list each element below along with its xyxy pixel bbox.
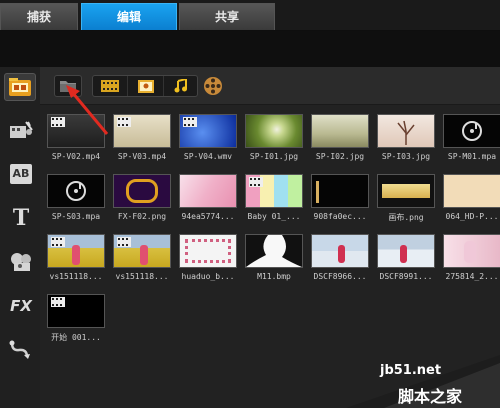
video-thumbnail	[47, 294, 105, 328]
media-item[interactable]: SP-V04.wmv	[176, 111, 240, 171]
image-thumbnail	[443, 234, 500, 268]
media-item-label: huaduo_b...	[181, 272, 235, 281]
audio-filter-icon[interactable]	[164, 76, 198, 96]
media-item-label: DSCF8991...	[379, 272, 433, 281]
media-item[interactable]: SP-I01.jpg	[242, 111, 306, 171]
media-item[interactable]: vs151118...	[44, 231, 108, 291]
media-item-label: SP-V03.mp4	[117, 152, 167, 161]
transition-icon[interactable]: AB	[6, 161, 36, 187]
video-thumbnail	[179, 114, 237, 148]
audio-thumbnail	[47, 174, 105, 208]
media-item[interactable]: SP-V02.mp4	[44, 111, 108, 171]
media-item-label: M11.bmp	[257, 272, 291, 281]
media-item[interactable]: FX-F02.png	[110, 171, 174, 231]
filter-icon-label: FX	[10, 297, 32, 315]
sidebar: AB T FX	[0, 67, 40, 408]
image-thumbnail	[179, 174, 237, 208]
media-item[interactable]: DSCF8966...	[308, 231, 372, 291]
media-item-label: FX-F02.png	[117, 212, 167, 221]
instant-project-icon[interactable]	[6, 117, 36, 143]
video-thumbnail	[47, 114, 105, 148]
media-item[interactable]: 开始 001...	[44, 291, 108, 351]
tab-edit[interactable]: 编辑	[81, 3, 177, 30]
library-toolbar	[40, 67, 500, 105]
media-item-label: SP-I01.jpg	[249, 152, 299, 161]
title-icon-label: T	[12, 205, 30, 231]
media-item-label: DSCF8966...	[313, 272, 367, 281]
video-thumbnail	[245, 174, 303, 208]
media-item[interactable]: DSCF8991...	[374, 231, 438, 291]
media-item[interactable]: 画布.png	[374, 171, 438, 231]
media-item-label: 94ea5774...	[181, 212, 235, 221]
media-item[interactable]: M11.bmp	[242, 231, 306, 291]
media-item-label: SP-M01.mpa	[447, 152, 497, 161]
media-item-label: SP-I02.jpg	[315, 152, 365, 161]
options-band	[0, 31, 500, 67]
image-thumbnail	[113, 174, 171, 208]
media-item-label: 275814_2...	[445, 272, 499, 281]
image-thumbnail	[377, 234, 435, 268]
video-filter-icon[interactable]	[93, 76, 128, 96]
media-item[interactable]: SP-I03.jpg	[374, 111, 438, 171]
media-item[interactable]: SP-M01.mpa	[440, 111, 500, 171]
transition-icon-label: AB	[10, 164, 32, 184]
media-library-icon[interactable]	[4, 73, 36, 101]
media-item[interactable]: vs151118...	[110, 231, 174, 291]
title-icon[interactable]: T	[6, 205, 36, 231]
image-thumbnail	[311, 174, 369, 208]
tab-capture[interactable]: 捕获	[0, 3, 78, 30]
media-item-label: Baby 01_...	[247, 212, 301, 221]
media-filter-group	[92, 75, 198, 97]
watermark-url: jb51.net	[380, 363, 442, 378]
filter-icon[interactable]: FX	[6, 293, 36, 319]
media-item[interactable]: 94ea5774...	[176, 171, 240, 231]
tab-share[interactable]: 共享	[179, 3, 275, 30]
media-item-label: 064_HD-P...	[445, 212, 499, 221]
media-item-label: SP-V02.mp4	[51, 152, 101, 161]
image-thumbnail	[377, 114, 435, 148]
image-thumbnail	[311, 234, 369, 268]
path-icon[interactable]	[6, 337, 36, 363]
media-item-label: 画布.png	[388, 213, 424, 222]
video-thumbnail	[113, 114, 171, 148]
image-thumbnail	[179, 234, 237, 268]
video-thumbnail	[113, 234, 171, 268]
watermark-name: 脚本之家	[398, 387, 463, 406]
media-item-label: SP-I03.jpg	[381, 152, 431, 161]
media-item[interactable]: 064_HD-P...	[440, 171, 500, 231]
top-tab-bar: 捕获 编辑 共享	[0, 0, 500, 31]
media-item-label: vs151118...	[115, 272, 169, 281]
media-item[interactable]: huaduo_b...	[176, 231, 240, 291]
media-item[interactable]: SP-V03.mp4	[110, 111, 174, 171]
audio-thumbnail	[443, 114, 500, 148]
folder-icon[interactable]	[54, 75, 82, 97]
media-item[interactable]: 908fa0ec...	[308, 171, 372, 231]
media-item-label: SP-V04.wmv	[183, 152, 233, 161]
image-thumbnail	[245, 114, 303, 148]
graphics-icon[interactable]	[6, 249, 36, 275]
media-item-label: 908fa0ec...	[313, 212, 367, 221]
media-item[interactable]: SP-S03.mpa	[44, 171, 108, 231]
image-thumbnail	[311, 114, 369, 148]
image-thumbnail	[443, 174, 500, 208]
media-item[interactable]: Baby 01_...	[242, 171, 306, 231]
media-item-label: 开始 001...	[51, 333, 101, 342]
media-item[interactable]: SP-I02.jpg	[308, 111, 372, 171]
media-item-label: vs151118...	[49, 272, 103, 281]
image-thumbnail	[377, 174, 435, 208]
media-item[interactable]: 275814_2...	[440, 231, 500, 291]
photo-filter-icon[interactable]	[128, 76, 164, 96]
reel-icon[interactable]	[202, 75, 224, 97]
image-thumbnail	[245, 234, 303, 268]
video-thumbnail	[47, 234, 105, 268]
media-item-label: SP-S03.mpa	[51, 212, 101, 221]
